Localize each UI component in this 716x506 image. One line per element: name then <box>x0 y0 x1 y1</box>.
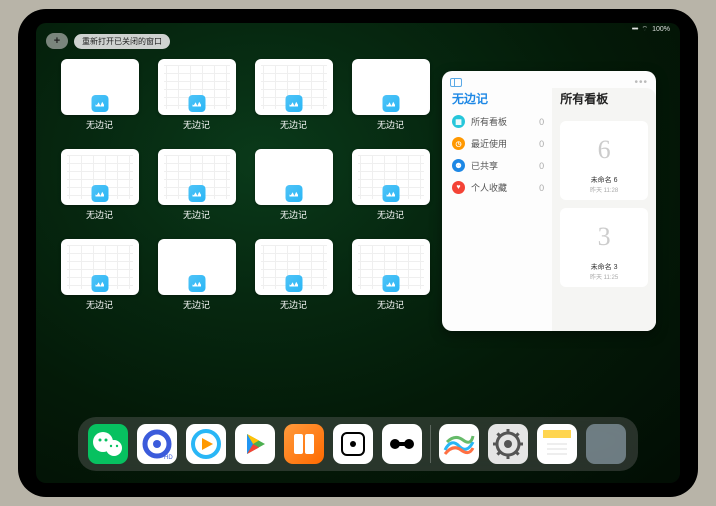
freeform-app-icon <box>382 275 399 292</box>
window-thumbnail[interactable]: 无边记 <box>60 149 139 221</box>
freeform-app-icon <box>382 185 399 202</box>
window-thumbnail[interactable]: 无边记 <box>351 239 430 311</box>
heart-icon: ♥ <box>452 181 465 194</box>
window-label: 无边记 <box>86 298 113 311</box>
window-label: 无边记 <box>377 118 404 131</box>
grid-icon: ▦ <box>452 115 465 128</box>
freeform-app-icon <box>285 185 302 202</box>
freeform-app-icon <box>91 275 108 292</box>
freeform-app-icon <box>188 185 205 202</box>
window-thumbnail[interactable]: 无边记 <box>60 239 139 311</box>
window-thumbnail[interactable]: 无边记 <box>254 59 333 131</box>
panel-main: 所有看板 6 未命名 6昨天 11:28 3 未命名 3昨天 11:25 <box>552 88 656 331</box>
freeform-app-icon[interactable] <box>439 424 479 464</box>
window-label: 无边记 <box>183 208 210 221</box>
status-bar: •••• ⌔ 100% <box>632 25 670 34</box>
quark-app-icon[interactable]: HD <box>137 424 177 464</box>
tencent-video-app-icon[interactable] <box>186 424 226 464</box>
window-thumbnail[interactable]: 无边记 <box>157 239 236 311</box>
window-label: 无边记 <box>86 208 113 221</box>
window-thumbnail[interactable]: 无边记 <box>351 149 430 221</box>
board-card[interactable]: 6 未命名 6昨天 11:28 <box>560 121 648 200</box>
dumbbell-app-icon[interactable] <box>382 424 422 464</box>
reopen-closed-window-button[interactable]: 重新打开已关闭的窗口 <box>74 34 170 49</box>
freeform-panel: ••• 无边记 ▦ 所有看板 0 ◷ 最近使用 0 ⚉ 已共享 0 ♥ 个人收藏 0 所有看板 6 未命… <box>442 71 656 331</box>
window-label: 无边记 <box>86 118 113 131</box>
toggle-sidebar-icon[interactable] <box>450 78 462 87</box>
window-thumbnail[interactable]: 无边记 <box>351 59 430 131</box>
category-count: 0 <box>539 139 544 149</box>
panel-sidebar: 无边记 ▦ 所有看板 0 ◷ 最近使用 0 ⚉ 已共享 0 ♥ 个人收藏 0 <box>442 88 552 331</box>
window-label: 无边记 <box>280 208 307 221</box>
dock: HD <box>78 417 638 471</box>
board-name: 未命名 6 <box>591 175 618 185</box>
play-app-icon[interactable] <box>235 424 275 464</box>
new-window-button[interactable]: + <box>46 33 68 49</box>
svg-text:HD: HD <box>164 455 173 461</box>
board-time: 昨天 11:28 <box>590 185 618 194</box>
board-name: 未命名 3 <box>591 262 618 272</box>
window-label: 无边记 <box>377 298 404 311</box>
battery-label: 100% <box>652 26 670 33</box>
category-label: 个人收藏 <box>471 181 507 194</box>
freeform-app-icon <box>188 275 205 292</box>
panel-right-title: 所有看板 <box>560 90 648 107</box>
dock-divider <box>430 425 431 463</box>
wifi-icon: ⌔ <box>642 25 649 34</box>
signal-icon: •••• <box>632 26 638 33</box>
category-people[interactable]: ⚉ 已共享 0 <box>452 159 544 172</box>
board-time: 昨天 11:25 <box>590 272 618 281</box>
window-label: 无边记 <box>280 118 307 131</box>
board-card[interactable]: 3 未命名 3昨天 11:25 <box>560 208 648 287</box>
category-count: 0 <box>539 183 544 193</box>
freeform-app-icon <box>91 185 108 202</box>
window-thumbnail[interactable]: 无边记 <box>254 239 333 311</box>
window-thumbnail[interactable]: 无边记 <box>157 149 236 221</box>
people-icon: ⚉ <box>452 159 465 172</box>
freeform-app-icon <box>188 95 205 112</box>
more-icon[interactable]: ••• <box>634 77 648 88</box>
freeform-app-icon <box>382 95 399 112</box>
board-preview: 6 <box>566 127 642 173</box>
category-clock[interactable]: ◷ 最近使用 0 <box>452 137 544 150</box>
window-label: 无边记 <box>183 118 210 131</box>
freeform-app-icon <box>91 95 108 112</box>
category-label: 已共享 <box>471 159 498 172</box>
window-label: 无边记 <box>280 298 307 311</box>
freeform-app-icon <box>285 275 302 292</box>
category-count: 0 <box>539 117 544 127</box>
window-grid: 无边记无边记无边记无边记无边记无边记无边记无边记无边记无边记无边记无边记 <box>60 59 430 311</box>
board-preview: 3 <box>566 214 642 260</box>
notes-app-icon[interactable] <box>537 424 577 464</box>
top-controls: + 重新打开已关闭的窗口 <box>46 33 170 49</box>
screen: •••• ⌔ 100% + 重新打开已关闭的窗口 无边记无边记无边记无边记无边记… <box>36 23 680 483</box>
window-thumbnail[interactable]: 无边记 <box>254 149 333 221</box>
freeform-app-icon <box>285 95 302 112</box>
window-thumbnail[interactable]: 无边记 <box>157 59 236 131</box>
dice-app-icon[interactable] <box>333 424 373 464</box>
category-label: 所有看板 <box>471 115 507 128</box>
category-heart[interactable]: ♥ 个人收藏 0 <box>452 181 544 194</box>
books-app-icon[interactable] <box>284 424 324 464</box>
category-grid[interactable]: ▦ 所有看板 0 <box>452 115 544 128</box>
app-library-app-icon[interactable] <box>586 424 626 464</box>
panel-left-title: 无边记 <box>452 90 544 107</box>
category-label: 最近使用 <box>471 137 507 150</box>
wechat-app-icon[interactable] <box>88 424 128 464</box>
window-thumbnail[interactable]: 无边记 <box>60 59 139 131</box>
window-label: 无边记 <box>183 298 210 311</box>
settings-app-icon[interactable] <box>488 424 528 464</box>
window-label: 无边记 <box>377 208 404 221</box>
ipad-frame: •••• ⌔ 100% + 重新打开已关闭的窗口 无边记无边记无边记无边记无边记… <box>18 9 698 497</box>
category-count: 0 <box>539 161 544 171</box>
clock-icon: ◷ <box>452 137 465 150</box>
